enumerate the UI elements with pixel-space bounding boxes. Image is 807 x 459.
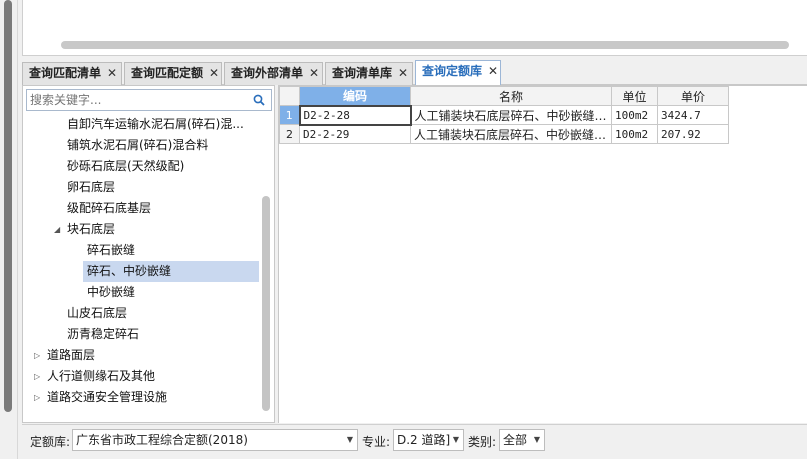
quota-library-select[interactable]: 广东省市政工程综合定额(2018) ▼ xyxy=(72,429,358,451)
tree-item[interactable]: 沥青稳定碎石 xyxy=(67,324,139,345)
filter-bar: 定额库: 广东省市政工程综合定额(2018) ▼ 专业: D.2 道路] ▼ 类… xyxy=(22,424,807,454)
quota-grid: 编码 名称 单位 单价 1 D2-2-28 人工铺装块石底层碎石、中砂嵌缝… 1… xyxy=(279,86,729,144)
column-header-unit[interactable]: 单位 xyxy=(611,86,658,106)
tree-item[interactable]: 铺筑水泥石屑(碎石)混合料 xyxy=(67,135,208,156)
cell-price[interactable]: 207.92 xyxy=(657,124,729,144)
tree-item-label: 卵石底层 xyxy=(67,180,116,194)
chevron-down-icon: ▼ xyxy=(346,435,353,444)
cell-code[interactable]: D2-2-28 xyxy=(298,104,412,126)
tree-item[interactable]: 中砂嵌缝 xyxy=(87,282,135,303)
close-icon[interactable]: ✕ xyxy=(107,63,117,84)
tree-item[interactable]: 自卸汽车运输水泥石屑(碎石)混... xyxy=(67,114,244,135)
row-number[interactable]: 1 xyxy=(279,105,300,125)
tree-item[interactable]: 山皮石底层 xyxy=(67,303,127,324)
tree-item-label: 道路交通安全管理设施 xyxy=(47,390,168,404)
quota-library-label: 定额库: xyxy=(30,435,71,449)
cell-price[interactable]: 3424.7 xyxy=(657,105,729,125)
tree-item[interactable]: 碎石嵌缝 xyxy=(87,240,135,261)
vertical-scrollbar-track[interactable] xyxy=(0,0,18,459)
row-number[interactable]: 2 xyxy=(279,124,300,144)
tab-query-match-quota[interactable]: 查询匹配定额 ✕ xyxy=(124,62,222,85)
close-icon[interactable]: ✕ xyxy=(209,63,219,84)
tree-item-label: 自卸汽车运输水泥石屑(碎石)混... xyxy=(67,117,244,131)
tab-query-quota-library[interactable]: 查询定额库 ✕ xyxy=(415,60,501,85)
column-header-name[interactable]: 名称 xyxy=(410,86,612,106)
table-row[interactable]: 1 D2-2-28 人工铺装块石底层碎石、中砂嵌缝… 100m2 3424.7 xyxy=(279,104,729,126)
quota-library-value: 广东省市政工程综合定额(2018) xyxy=(76,433,248,447)
tab-query-external-list[interactable]: 查询外部清单 ✕ xyxy=(224,62,323,85)
tree-item[interactable]: ▷ 道路面层 xyxy=(34,345,96,366)
tree-item-label: 中砂嵌缝 xyxy=(87,285,136,299)
chevron-down-icon: ▼ xyxy=(452,435,459,444)
category-label: 类别: xyxy=(468,435,497,449)
tree-item[interactable]: 碎石、中砂嵌缝 xyxy=(83,261,259,282)
chevron-down-icon: ▼ xyxy=(533,435,540,444)
grid-corner xyxy=(279,86,300,106)
horizontal-scrollbar-thumb[interactable] xyxy=(61,41,789,49)
tree-item-label: 碎石嵌缝 xyxy=(87,243,136,257)
tree-item-label: 砂砾石底层(天然级配) xyxy=(67,159,185,173)
tab-label: 查询清单库 xyxy=(332,66,393,80)
tree-item-label: 人行道侧缘石及其他 xyxy=(47,369,156,383)
tab-label: 查询匹配定额 xyxy=(131,66,204,80)
cell-name[interactable]: 人工铺装块石底层碎石、中砂嵌缝… xyxy=(410,124,612,144)
upper-content-pane xyxy=(22,0,807,56)
search-input[interactable] xyxy=(30,92,246,108)
tree-item[interactable]: ▷ 人行道侧缘石及其他 xyxy=(34,366,156,387)
tree-item-label: 块石底层 xyxy=(67,222,116,236)
major-label: 专业: xyxy=(362,435,391,449)
cell-unit[interactable]: 100m2 xyxy=(611,105,658,125)
cell-name[interactable]: 人工铺装块石底层碎石、中砂嵌缝… xyxy=(410,105,612,125)
tree-item-label: 碎石、中砂嵌缝 xyxy=(87,264,172,278)
tab-label: 查询定额库 xyxy=(422,64,483,78)
tab-query-list-library[interactable]: 查询清单库 ✕ xyxy=(325,62,413,85)
grid-header-row: 编码 名称 单位 单价 xyxy=(279,86,729,106)
cell-unit[interactable]: 100m2 xyxy=(611,124,658,144)
quota-tree-panel: 自卸汽车运输水泥石屑(碎石)混... 铺筑水泥石屑(碎石)混合料砂砾石底层(天然级… xyxy=(22,85,275,423)
quota-grid-panel: 编码 名称 单位 单价 1 D2-2-28 人工铺装块石底层碎石、中砂嵌缝… 1… xyxy=(278,85,807,423)
tab-bar: 查询匹配清单 ✕ 查询匹配定额 ✕ 查询外部清单 ✕ 查询清单库 ✕ 查询定额库 ✕ xyxy=(22,60,807,85)
cell-code[interactable]: D2-2-29 xyxy=(299,124,411,144)
category-value: 全部 xyxy=(503,433,528,447)
column-header-code[interactable]: 编码 xyxy=(299,86,411,106)
tree-scrollbar-thumb[interactable] xyxy=(262,196,270,411)
close-icon[interactable]: ✕ xyxy=(398,63,408,84)
tab-query-match-list[interactable]: 查询匹配清单 ✕ xyxy=(22,62,122,85)
tree-item-label: 道路面层 xyxy=(47,348,96,362)
tree-item-label: 铺筑水泥石屑(碎石)混合料 xyxy=(67,138,209,152)
vertical-scrollbar-thumb[interactable] xyxy=(4,0,12,412)
tree-item-label: 沥青稳定碎石 xyxy=(67,327,140,341)
tab-label: 查询外部清单 xyxy=(231,66,304,80)
close-icon[interactable]: ✕ xyxy=(488,61,498,82)
table-row[interactable]: 2 D2-2-29 人工铺装块石底层碎石、中砂嵌缝… 100m2 207.92 xyxy=(279,124,729,144)
category-select[interactable]: 全部 ▼ xyxy=(499,429,545,451)
tree-item[interactable]: 卵石底层 xyxy=(67,177,115,198)
expanded-arrow-icon[interactable]: ◢ xyxy=(54,219,60,240)
tree-item[interactable]: ◢ 块石底层 xyxy=(54,219,116,240)
tree-item[interactable]: ▷ 道路交通安全管理设施 xyxy=(34,387,168,408)
close-icon[interactable]: ✕ xyxy=(309,63,319,84)
tree-item-label: 山皮石底层 xyxy=(67,306,128,320)
tab-label: 查询匹配清单 xyxy=(29,66,102,80)
search-icon[interactable] xyxy=(253,94,265,106)
collapsed-arrow-icon[interactable]: ▷ xyxy=(34,387,40,408)
major-value: D.2 道路] xyxy=(397,433,451,447)
collapsed-arrow-icon[interactable]: ▷ xyxy=(34,345,40,366)
tree-item[interactable]: 砂砾石底层(天然级配) xyxy=(67,156,184,177)
tree-scrollbar[interactable] xyxy=(260,116,272,421)
collapsed-arrow-icon[interactable]: ▷ xyxy=(34,366,40,387)
tree-item-label: 级配碎石底基层 xyxy=(67,201,152,215)
major-select[interactable]: D.2 道路] ▼ xyxy=(393,429,464,451)
column-header-price[interactable]: 单价 xyxy=(657,86,729,106)
tree-item[interactable]: 级配碎石底基层 xyxy=(67,198,151,219)
search-box xyxy=(26,89,272,111)
